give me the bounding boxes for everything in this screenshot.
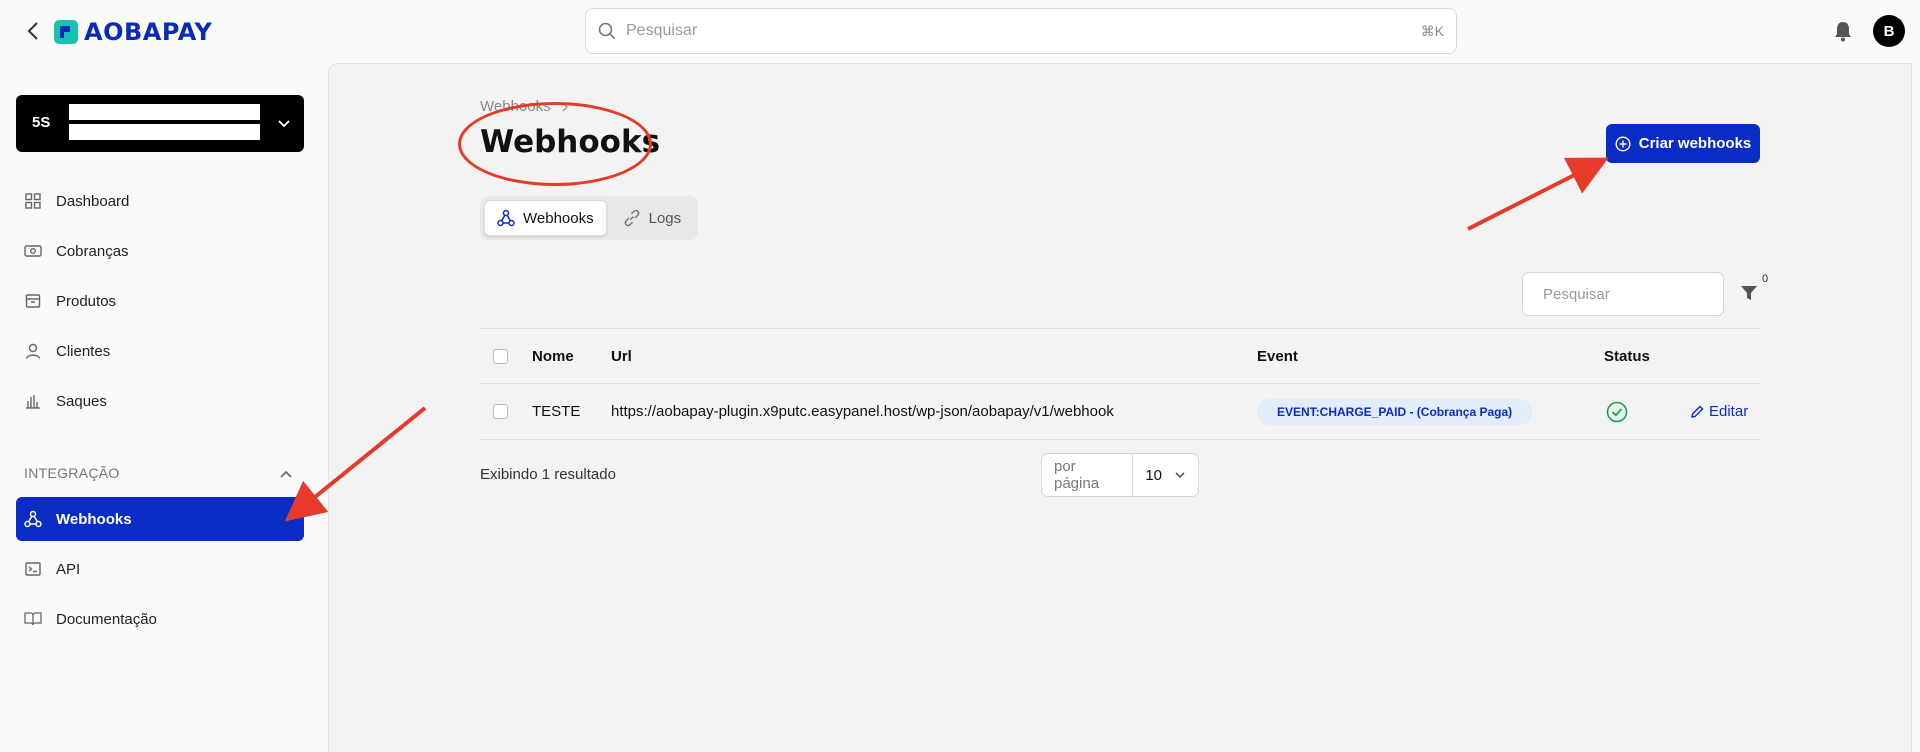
link-icon — [624, 209, 640, 227]
sidebar-item-saques[interactable]: Saques — [16, 379, 304, 423]
sidebar-item-clientes[interactable]: Clientes — [16, 329, 304, 373]
chevron-right-icon — [562, 102, 568, 111]
column-header-status: Status — [1604, 347, 1650, 365]
sidebar-item-label: Cobranças — [56, 242, 129, 260]
sidebar-item-label: Webhooks — [56, 510, 132, 528]
tab-label: Logs — [648, 209, 682, 227]
filter-icon[interactable] — [1739, 283, 1759, 303]
sidebar-item-api[interactable]: API — [16, 547, 304, 591]
logo[interactable]: AOBAPAY — [54, 18, 212, 46]
breadcrumb-item[interactable]: Webhooks — [480, 98, 551, 115]
account-initials: 5S — [32, 114, 51, 131]
webhook-url: https://aobapay-plugin.x9putc.easypanel.… — [611, 403, 1114, 420]
redacted-account-name — [69, 104, 260, 120]
bell-icon — [1835, 22, 1851, 42]
sidebar-item-documentacao[interactable]: Documentação — [16, 597, 304, 641]
check-circle-icon — [1606, 401, 1628, 422]
chevron-up-icon[interactable] — [278, 467, 294, 483]
sidebar-item-produtos[interactable]: Produtos — [16, 279, 304, 323]
table-header: Nome Url Event Status — [480, 329, 1760, 383]
sidebar-item-cobrancas[interactable]: Cobranças — [16, 229, 304, 273]
money-icon — [24, 242, 42, 260]
back-button[interactable] — [22, 18, 44, 44]
per-page-value: 10 — [1145, 466, 1162, 484]
webhook-icon — [497, 209, 515, 227]
user-icon — [24, 342, 42, 360]
search-shortcut: ⌘K — [1420, 22, 1444, 39]
sidebar: 5S Dashboard Cobranças Produtos Clientes… — [0, 62, 328, 752]
chevron-down-icon — [1175, 472, 1185, 479]
results-count: Exibindo 1 resultado — [480, 466, 616, 483]
search-icon — [598, 22, 616, 40]
sidebar-item-dashboard[interactable]: Dashboard — [16, 179, 304, 223]
chevron-down-icon — [278, 120, 290, 128]
filter-count: 0 — [1762, 273, 1769, 285]
avatar[interactable]: B — [1873, 15, 1905, 47]
create-webhook-label: Criar webhooks — [1638, 135, 1752, 152]
redacted-account-id — [69, 124, 260, 140]
tab-bar: Webhooks Logs — [480, 196, 698, 240]
sidebar-item-webhooks[interactable]: Webhooks — [16, 497, 304, 541]
logo-mark-icon — [54, 20, 78, 44]
terminal-icon — [24, 560, 42, 578]
webhook-name: TESTE — [532, 403, 581, 420]
column-header-nome: Nome — [532, 347, 574, 365]
plus-circle-icon — [1615, 135, 1631, 152]
per-page-label: por página — [1042, 454, 1134, 496]
sidebar-item-label: Dashboard — [56, 192, 130, 210]
webhook-search-input[interactable] — [1543, 285, 1742, 303]
sidebar-item-label: Clientes — [56, 342, 111, 360]
per-page-selector[interactable]: por página 10 — [1041, 453, 1199, 497]
edit-button[interactable]: Editar — [1690, 403, 1748, 420]
sidebar-item-label: Documentação — [56, 610, 157, 628]
section-label-integracao: INTEGRAÇÃO — [24, 465, 120, 481]
webhook-icon — [24, 510, 42, 528]
box-icon — [24, 292, 42, 310]
page-title: Webhooks — [480, 124, 661, 160]
tab-webhooks[interactable]: Webhooks — [484, 200, 607, 236]
breadcrumb: Webhooks — [480, 98, 569, 115]
top-bar: AOBAPAY ⌘K B — [0, 0, 1920, 62]
notifications-button[interactable] — [1832, 20, 1854, 42]
sidebar-item-label: Saques — [56, 392, 107, 410]
create-webhook-button[interactable]: Criar webhooks — [1606, 124, 1760, 163]
sidebar-item-label: Produtos — [56, 292, 117, 310]
sidebar-item-label: API — [56, 560, 81, 578]
select-all-checkbox[interactable] — [493, 348, 508, 364]
column-header-url: Url — [611, 347, 632, 365]
global-search[interactable]: ⌘K — [585, 8, 1457, 54]
edit-label: Editar — [1709, 403, 1749, 420]
account-selector[interactable]: 5S — [16, 95, 304, 152]
tab-logs[interactable]: Logs — [611, 200, 694, 236]
per-page-select[interactable]: 10 — [1133, 467, 1198, 484]
webhooks-table: Nome Url Event Status TESTE https://aoba… — [480, 328, 1760, 440]
tab-label: Webhooks — [523, 209, 594, 227]
table-divider — [480, 439, 1760, 440]
global-search-input[interactable] — [626, 22, 1421, 40]
chevron-left-icon — [27, 22, 38, 40]
grid-icon — [24, 192, 42, 210]
column-header-event: Event — [1257, 347, 1298, 365]
table-row: TESTE https://aobapay-plugin.x9putc.easy… — [480, 384, 1760, 439]
withdraw-icon — [24, 392, 42, 410]
pencil-icon — [1691, 405, 1704, 418]
book-icon — [24, 610, 42, 628]
logo-text: AOBAPAY — [84, 18, 213, 46]
webhook-search[interactable] — [1522, 272, 1742, 316]
row-checkbox[interactable] — [493, 404, 508, 419]
event-badge: EVENT:CHARGE_PAID - (Cobrança Paga) — [1257, 398, 1533, 425]
